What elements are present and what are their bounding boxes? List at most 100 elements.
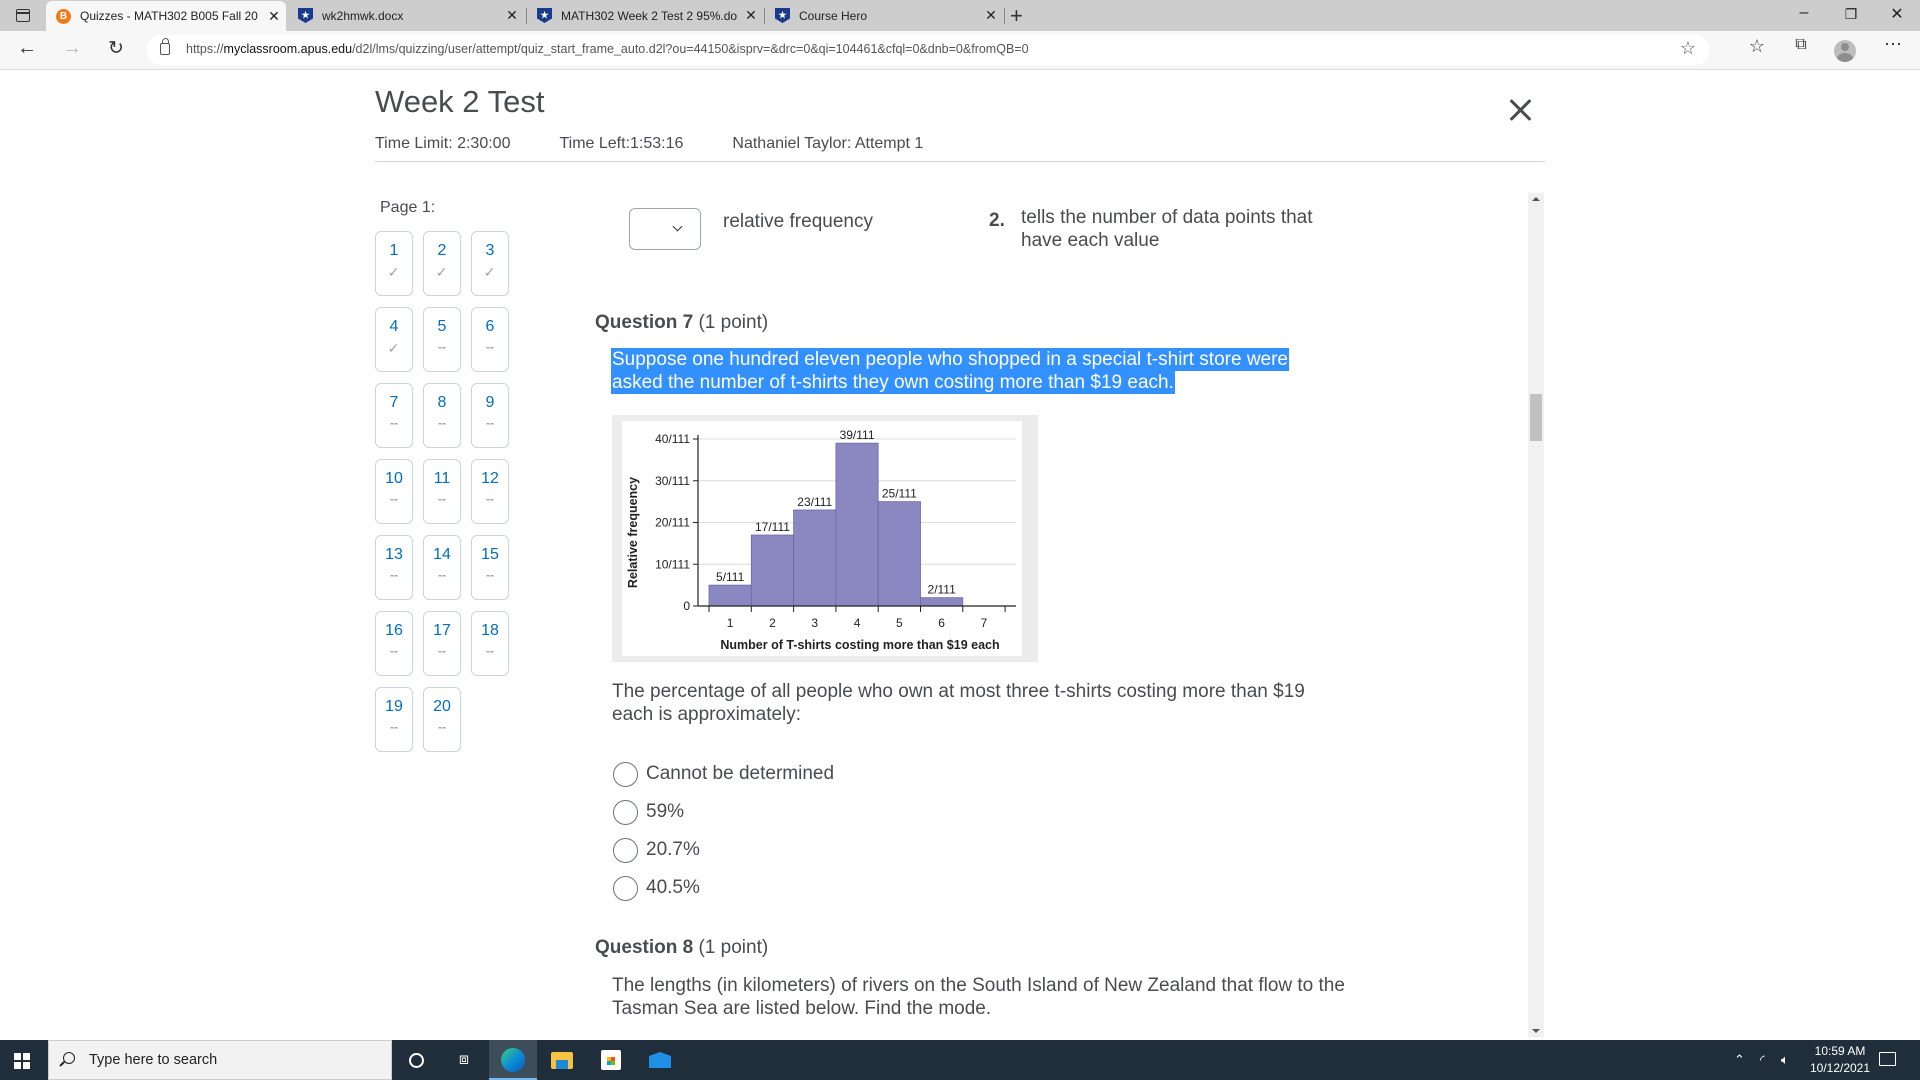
question-tile-1[interactable]: 1 ✓ bbox=[375, 231, 413, 296]
question-tile-14[interactable]: 14 -- bbox=[423, 535, 461, 600]
x-tick-label: 1 bbox=[727, 616, 734, 630]
add-favorite-icon[interactable]: ☆ bbox=[1680, 38, 1696, 59]
tab-close-icon[interactable]: ✕ bbox=[739, 7, 763, 24]
scrollbar-thumb[interactable] bbox=[1530, 394, 1542, 441]
mail-button[interactable] bbox=[636, 1040, 684, 1080]
attempt-info: Nathaniel Taylor: Attempt 1 bbox=[732, 135, 924, 152]
unanswered-dash: -- bbox=[438, 492, 446, 506]
match-definition-number: 2. bbox=[989, 210, 1005, 231]
mail-icon bbox=[649, 1052, 671, 1068]
cortana-button[interactable] bbox=[392, 1040, 440, 1080]
store-icon bbox=[601, 1050, 621, 1070]
radio-button[interactable] bbox=[613, 837, 638, 863]
folder-icon bbox=[551, 1051, 573, 1069]
question-tile-2[interactable]: 2 ✓ bbox=[423, 231, 461, 296]
question-number: 19 bbox=[385, 698, 403, 715]
unanswered-dash: -- bbox=[438, 720, 446, 734]
header-divider bbox=[375, 161, 1545, 162]
new-tab-button[interactable]: + bbox=[1010, 3, 1023, 29]
tab-close-icon[interactable]: ✕ bbox=[262, 8, 286, 25]
question-points: (1 point) bbox=[698, 937, 769, 958]
close-quiz-icon[interactable] bbox=[1506, 96, 1534, 124]
windows-start-icon[interactable] bbox=[14, 1053, 30, 1069]
question-tile-20[interactable]: 20 -- bbox=[423, 687, 461, 752]
back-button[interactable]: ← bbox=[12, 37, 42, 60]
question-8-heading: Question 8 (1 point) bbox=[595, 937, 768, 959]
option-20-7-percent[interactable]: 20.7% bbox=[613, 837, 700, 863]
more-menu-icon[interactable]: ⋯ bbox=[1878, 34, 1908, 55]
restore-button[interactable]: ❐ bbox=[1836, 6, 1866, 23]
tab-actions-icon[interactable] bbox=[16, 9, 30, 22]
task-view-button[interactable]: ⧈ bbox=[440, 1040, 488, 1080]
match-select-dropdown[interactable] bbox=[629, 208, 701, 250]
volume-icon[interactable]: 🔈︎ bbox=[1781, 1040, 1789, 1080]
question-number: 10 bbox=[385, 470, 403, 487]
collections-icon[interactable]: ⧉ bbox=[1786, 36, 1816, 54]
question-tile-3[interactable]: 3 ✓ bbox=[471, 231, 509, 296]
notifications-icon[interactable] bbox=[1879, 1052, 1896, 1066]
option-label: 59% bbox=[646, 801, 685, 822]
radio-button[interactable] bbox=[613, 875, 638, 901]
question-tile-15[interactable]: 15 -- bbox=[471, 535, 509, 600]
show-hidden-icons-chevron-icon[interactable]: ⌃ bbox=[1734, 1040, 1745, 1080]
question-tile-8[interactable]: 8 -- bbox=[423, 383, 461, 448]
close-window-button[interactable]: ✕ bbox=[1882, 4, 1912, 24]
tab-course-hero[interactable]: ★ Course Hero ✕ bbox=[765, 0, 1003, 31]
question-number: 5 bbox=[437, 318, 447, 335]
scroll-down-arrow-icon[interactable] bbox=[1532, 1029, 1540, 1033]
question-tile-7[interactable]: 7 -- bbox=[375, 383, 413, 448]
tab-quizzes[interactable]: B Quizzes - MATH302 B005 Fall 20 ✕ bbox=[46, 1, 286, 31]
taskbar-search-input[interactable]: Type here to search bbox=[48, 1040, 392, 1080]
scroll-up-arrow-icon[interactable] bbox=[1532, 197, 1540, 201]
bar-data-label: 2/111 bbox=[928, 583, 957, 597]
option-40-5-percent[interactable]: 40.5% bbox=[613, 875, 700, 901]
y-tick-label: 20/111 bbox=[655, 516, 690, 530]
unanswered-dash: -- bbox=[438, 340, 446, 354]
question-number: 6 bbox=[485, 318, 495, 335]
histogram-figure: 0 10/111 20/111 30/111 40/111 1 2 3 4 5 6 7 5/111 17/… bbox=[612, 415, 1038, 662]
tab-math302-test[interactable]: ★ MATH302 Week 2 Test 2 95%.do ✕ bbox=[527, 0, 763, 31]
forward-button[interactable]: → bbox=[57, 37, 87, 60]
question-tile-5[interactable]: 5 -- bbox=[423, 307, 461, 372]
refresh-button[interactable]: ↻ bbox=[101, 37, 131, 60]
url-input[interactable]: https://myclassroom.apus.edu/d2l/lms/qui… bbox=[146, 35, 1710, 65]
file-explorer-button[interactable] bbox=[538, 1040, 586, 1080]
radio-button[interactable] bbox=[613, 799, 638, 825]
lock-icon[interactable] bbox=[160, 38, 170, 55]
question-tile-9[interactable]: 9 -- bbox=[471, 383, 509, 448]
tab-wk2hmwk[interactable]: ★ wk2hmwk.docx ✕ bbox=[288, 0, 524, 31]
y-tick-label: 0 bbox=[683, 599, 690, 613]
radio-button[interactable] bbox=[613, 761, 638, 787]
unanswered-dash: -- bbox=[438, 416, 446, 430]
page-scrollbar[interactable] bbox=[1528, 193, 1544, 1037]
tab-close-icon[interactable]: ✕ bbox=[979, 7, 1003, 24]
coursehero-shield-icon: ★ bbox=[775, 8, 790, 23]
wifi-icon[interactable]: ◜ bbox=[1760, 1040, 1765, 1080]
minimize-button[interactable]: – bbox=[1789, 4, 1819, 22]
option-cannot-be-determined[interactable]: Cannot be determined bbox=[613, 761, 834, 787]
time-limit: Time Limit: 2:30:00 bbox=[375, 135, 511, 152]
tab-close-icon[interactable]: ✕ bbox=[500, 7, 524, 24]
favorites-icon[interactable]: ☆ bbox=[1742, 36, 1772, 57]
question-tile-18[interactable]: 18 -- bbox=[471, 611, 509, 676]
question-tile-12[interactable]: 12 -- bbox=[471, 459, 509, 524]
unanswered-dash: -- bbox=[486, 416, 494, 430]
question-tile-4[interactable]: 4 ✓ bbox=[375, 307, 413, 372]
question-tile-13[interactable]: 13 -- bbox=[375, 535, 413, 600]
histogram-bar bbox=[750, 534, 795, 607]
question-tile-6[interactable]: 6 -- bbox=[471, 307, 509, 372]
edge-taskbar-button[interactable] bbox=[489, 1040, 537, 1080]
option-59-percent[interactable]: 59% bbox=[613, 799, 684, 825]
profile-avatar[interactable] bbox=[1834, 40, 1856, 62]
question-number: 7 bbox=[389, 394, 399, 411]
taskbar-clock[interactable]: 10:59 AM 10/12/2021 bbox=[1800, 1043, 1880, 1077]
question-tile-19[interactable]: 19 -- bbox=[375, 687, 413, 752]
question-tile-11[interactable]: 11 -- bbox=[423, 459, 461, 524]
store-button[interactable] bbox=[587, 1040, 635, 1080]
coursehero-shield-icon: ★ bbox=[537, 8, 552, 23]
page-label: Page 1: bbox=[380, 199, 436, 216]
question-tile-17[interactable]: 17 -- bbox=[423, 611, 461, 676]
question-7-stem: Suppose one hundred eleven people who sh… bbox=[611, 348, 1311, 394]
question-tile-16[interactable]: 16 -- bbox=[375, 611, 413, 676]
question-tile-10[interactable]: 10 -- bbox=[375, 459, 413, 524]
